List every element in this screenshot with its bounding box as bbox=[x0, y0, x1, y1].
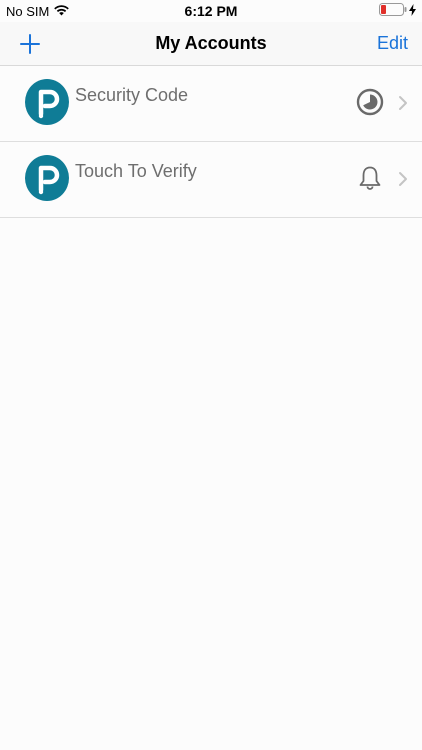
status-left: No SIM bbox=[6, 4, 70, 19]
chevron-right-icon bbox=[398, 171, 408, 187]
edit-button[interactable]: Edit bbox=[377, 33, 408, 54]
account-label: Touch To Verify bbox=[75, 161, 197, 181]
carrier-label: No SIM bbox=[6, 3, 50, 19]
plus-icon bbox=[20, 34, 40, 54]
chevron-right-icon bbox=[398, 95, 408, 111]
account-label: Security Code bbox=[75, 85, 189, 105]
bell-icon bbox=[356, 164, 384, 192]
account-row-security-code[interactable]: Security Code bbox=[0, 66, 422, 142]
add-account-button[interactable] bbox=[16, 30, 44, 58]
battery-icon bbox=[379, 3, 407, 19]
charging-bolt-icon bbox=[409, 3, 416, 19]
status-bar: No SIM 6:12 PM bbox=[0, 0, 422, 22]
pearson-logo-icon bbox=[24, 154, 70, 202]
status-right bbox=[379, 3, 416, 19]
wifi-icon bbox=[53, 4, 70, 19]
pearson-logo-icon bbox=[24, 78, 70, 126]
page-title: My Accounts bbox=[155, 33, 267, 53]
accounts-list: Security Code Touch To Verify bbox=[0, 66, 422, 218]
navigation-bar: My Accounts Edit bbox=[0, 22, 422, 66]
timer-icon bbox=[356, 88, 384, 116]
account-row-touch-to-verify[interactable]: Touch To Verify bbox=[0, 142, 422, 218]
